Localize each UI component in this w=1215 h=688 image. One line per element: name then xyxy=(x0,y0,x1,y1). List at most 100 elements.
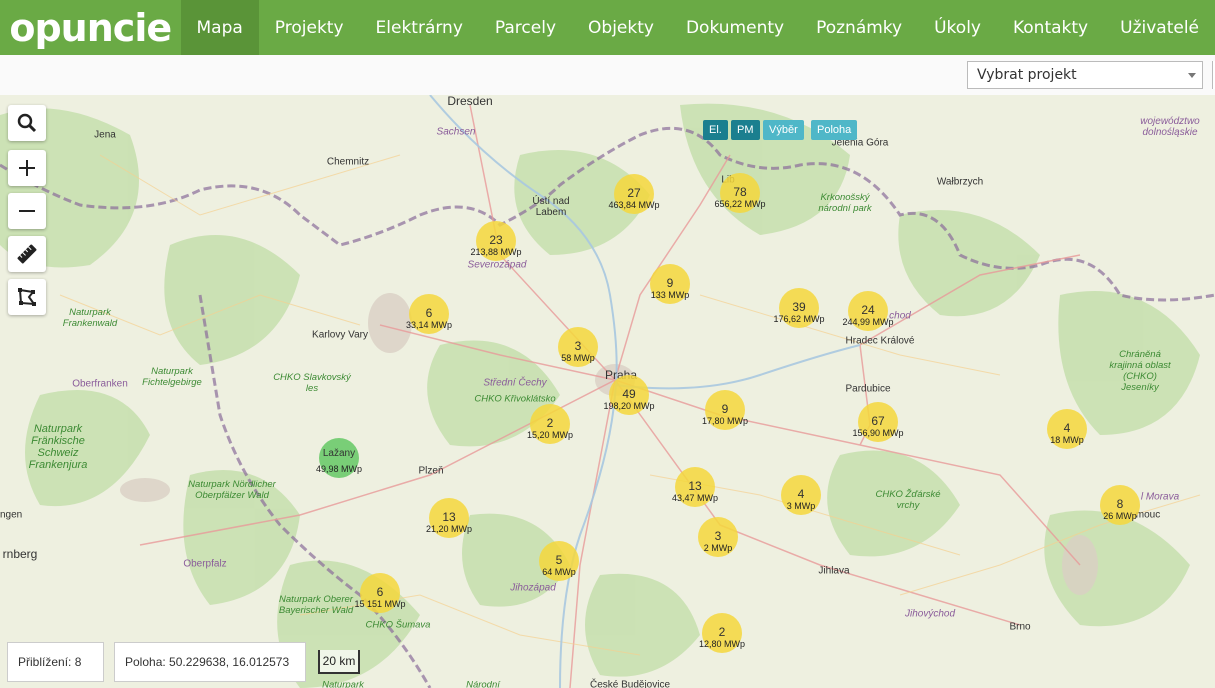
cluster-count: 78 xyxy=(733,185,747,199)
cluster-count: 2 xyxy=(718,625,726,639)
region-label-severozapad: Severozápad xyxy=(467,259,527,271)
place-label-chemnitz: Chemnitz xyxy=(326,156,370,168)
cluster-power: 21,20 MWp xyxy=(425,524,473,534)
cluster-marker[interactable]: 43 MWp xyxy=(781,475,821,515)
area-label-frankische-schweiz: Naturpark Fränkische Schweiz Frankenjura xyxy=(28,423,88,471)
zoom-out-icon xyxy=(19,210,35,212)
cluster-count: 4 xyxy=(797,487,805,501)
cluster-marker[interactable]: 5 64 MWp xyxy=(539,541,579,581)
cluster-marker[interactable]: 49 198,20 MWp xyxy=(603,375,655,415)
cursor-position-display: Poloha: 50.229638, 16.012573 xyxy=(114,642,306,682)
region-label-sachsen: Sachsen xyxy=(436,126,476,138)
cluster-marker[interactable]: 3 58 MWp xyxy=(558,327,598,367)
cluster-power: 26 MWp xyxy=(1103,511,1137,521)
cluster-marker[interactable]: 4 18 MWp xyxy=(1047,409,1087,449)
cluster-marker[interactable]: 2 15,20 MWp xyxy=(526,404,574,444)
cluster-power: 15 151 MWp xyxy=(354,599,406,609)
plant-power: 49,98 MWp xyxy=(315,464,363,474)
nav-item-parcely[interactable]: Parcely xyxy=(479,0,572,55)
cluster-marker[interactable]: 2 12,80 MWp xyxy=(699,613,745,653)
cluster-marker[interactable]: 13 21,20 MWp xyxy=(425,498,473,538)
map-base-layer xyxy=(0,95,1215,688)
cluster-power: 463,84 MWp xyxy=(608,200,660,210)
area-label-zdarske: CHKO Žďárské vrchy xyxy=(875,489,941,511)
layer-toggle-el[interactable]: El. xyxy=(703,120,728,140)
cluster-count: 5 xyxy=(555,553,563,567)
cluster-marker[interactable]: 39 176,62 MWp xyxy=(773,288,825,328)
cluster-marker[interactable]: 32 MWp xyxy=(698,517,738,557)
nav-item-projekty[interactable]: Projekty xyxy=(259,0,360,55)
cluster-power: 656,22 MWp xyxy=(714,199,766,209)
area-label-fichtelgebirge: Naturpark Fichtelgebirge xyxy=(142,366,202,388)
nav-item-dokumenty[interactable]: Dokumenty xyxy=(670,0,800,55)
cluster-power: 43,47 MWp xyxy=(671,493,719,503)
nav-item-elektrarny[interactable]: Elektrárny xyxy=(360,0,479,55)
draw-polygon-button[interactable] xyxy=(8,279,46,315)
map-canvas[interactable]: Dresden Chemnitz Jena Ústí nad Labem Kar… xyxy=(0,95,1215,688)
place-label-oberpfalz: Oberpfalz xyxy=(183,558,227,570)
cluster-power: 33,14 MWp xyxy=(405,320,453,330)
place-label-rnberg: rnberg xyxy=(2,547,38,561)
place-label-brno: Brno xyxy=(1009,621,1031,633)
zoom-in-icon xyxy=(19,160,35,176)
chevron-down-icon xyxy=(1188,73,1196,78)
cluster-count: 27 xyxy=(627,186,641,200)
nav-item-objekty[interactable]: Objekty xyxy=(572,0,670,55)
cluster-marker[interactable]: 6 15 151 MWp xyxy=(354,573,406,613)
cluster-marker[interactable]: 78 656,22 MWp xyxy=(714,173,766,213)
cluster-marker[interactable]: 24 244,99 MWp xyxy=(842,291,894,331)
region-label-morava: l Morava xyxy=(1140,491,1180,503)
cluster-power: 18 MWp xyxy=(1050,435,1084,445)
place-label-hradec: Hradec Králové xyxy=(845,335,915,347)
cluster-power: 133 MWp xyxy=(650,290,690,300)
main-nav: Mapa Projekty Elektrárny Parcely Objekty… xyxy=(180,0,1215,55)
cluster-marker[interactable]: 23 213,88 MWp xyxy=(470,221,522,261)
cluster-count: 24 xyxy=(861,303,875,317)
area-label-frankenwald: Naturpark Frankenwald xyxy=(62,307,118,329)
place-label-jena: Jena xyxy=(94,129,116,141)
search-button[interactable] xyxy=(8,105,46,141)
cluster-count: 23 xyxy=(489,233,503,247)
plant-name: Lažany xyxy=(322,448,356,459)
area-label-krivoklatsko: CHKO Křivoklátsko xyxy=(474,393,556,405)
cluster-count: 39 xyxy=(792,300,806,314)
zoom-out-button[interactable] xyxy=(8,193,46,229)
cluster-power: 213,88 MWp xyxy=(470,247,522,257)
cluster-power: 244,99 MWp xyxy=(842,317,894,327)
layer-toggle-poloha[interactable]: Poloha xyxy=(811,120,858,140)
cluster-count: 6 xyxy=(376,585,384,599)
layer-toggle-vyber[interactable]: Výběr xyxy=(763,120,804,140)
plant-marker-lazany[interactable]: Lažany 49,98 MWp xyxy=(315,438,363,478)
region-label-jihozapad: Jihozápad xyxy=(510,582,556,594)
app-logo[interactable]: opuncie xyxy=(0,0,181,55)
cluster-marker[interactable]: 27 463,84 MWp xyxy=(608,174,660,214)
zoom-in-button[interactable] xyxy=(8,150,46,186)
place-label-dresden: Dresden xyxy=(447,95,493,108)
cluster-count: 67 xyxy=(871,414,885,428)
cluster-marker[interactable]: 9 17,80 MWp xyxy=(702,390,748,430)
nav-item-mapa[interactable]: Mapa xyxy=(180,0,259,55)
area-label-jeseniky: Chráněná krajinná oblast (CHKO) Jeseníky xyxy=(1109,349,1171,393)
nav-item-ukoly[interactable]: Úkoly xyxy=(918,0,997,55)
cluster-count: 3 xyxy=(574,339,582,353)
cluster-count: 13 xyxy=(442,510,456,524)
cluster-marker[interactable]: 9 133 MWp xyxy=(650,264,690,304)
nav-item-kontakty[interactable]: Kontakty xyxy=(997,0,1104,55)
layer-toggle-pm[interactable]: PM xyxy=(731,120,760,140)
cluster-marker[interactable]: 8 26 MWp xyxy=(1100,485,1140,525)
cluster-count: 8 xyxy=(1116,497,1124,511)
cluster-power: 15,20 MWp xyxy=(526,430,574,440)
cluster-marker[interactable]: 67 156,90 MWp xyxy=(852,402,904,442)
cluster-count: 3 xyxy=(714,529,722,543)
cluster-marker[interactable]: 6 33,14 MWp xyxy=(405,294,453,334)
nav-item-uzivatele[interactable]: Uživatelé xyxy=(1104,0,1215,55)
project-select[interactable]: Vybrat projekt xyxy=(967,61,1203,89)
cluster-marker[interactable]: 13 43,47 MWp xyxy=(671,467,719,507)
map-scale-bar: 20 km xyxy=(318,650,360,674)
measure-button[interactable] xyxy=(8,236,46,272)
nav-item-poznamky[interactable]: Poznámky xyxy=(800,0,918,55)
cluster-count: 9 xyxy=(721,402,729,416)
cluster-count: 6 xyxy=(425,306,433,320)
area-label-sumava: CHKO Šumava xyxy=(365,619,431,631)
cluster-power: 64 MWp xyxy=(542,567,576,577)
